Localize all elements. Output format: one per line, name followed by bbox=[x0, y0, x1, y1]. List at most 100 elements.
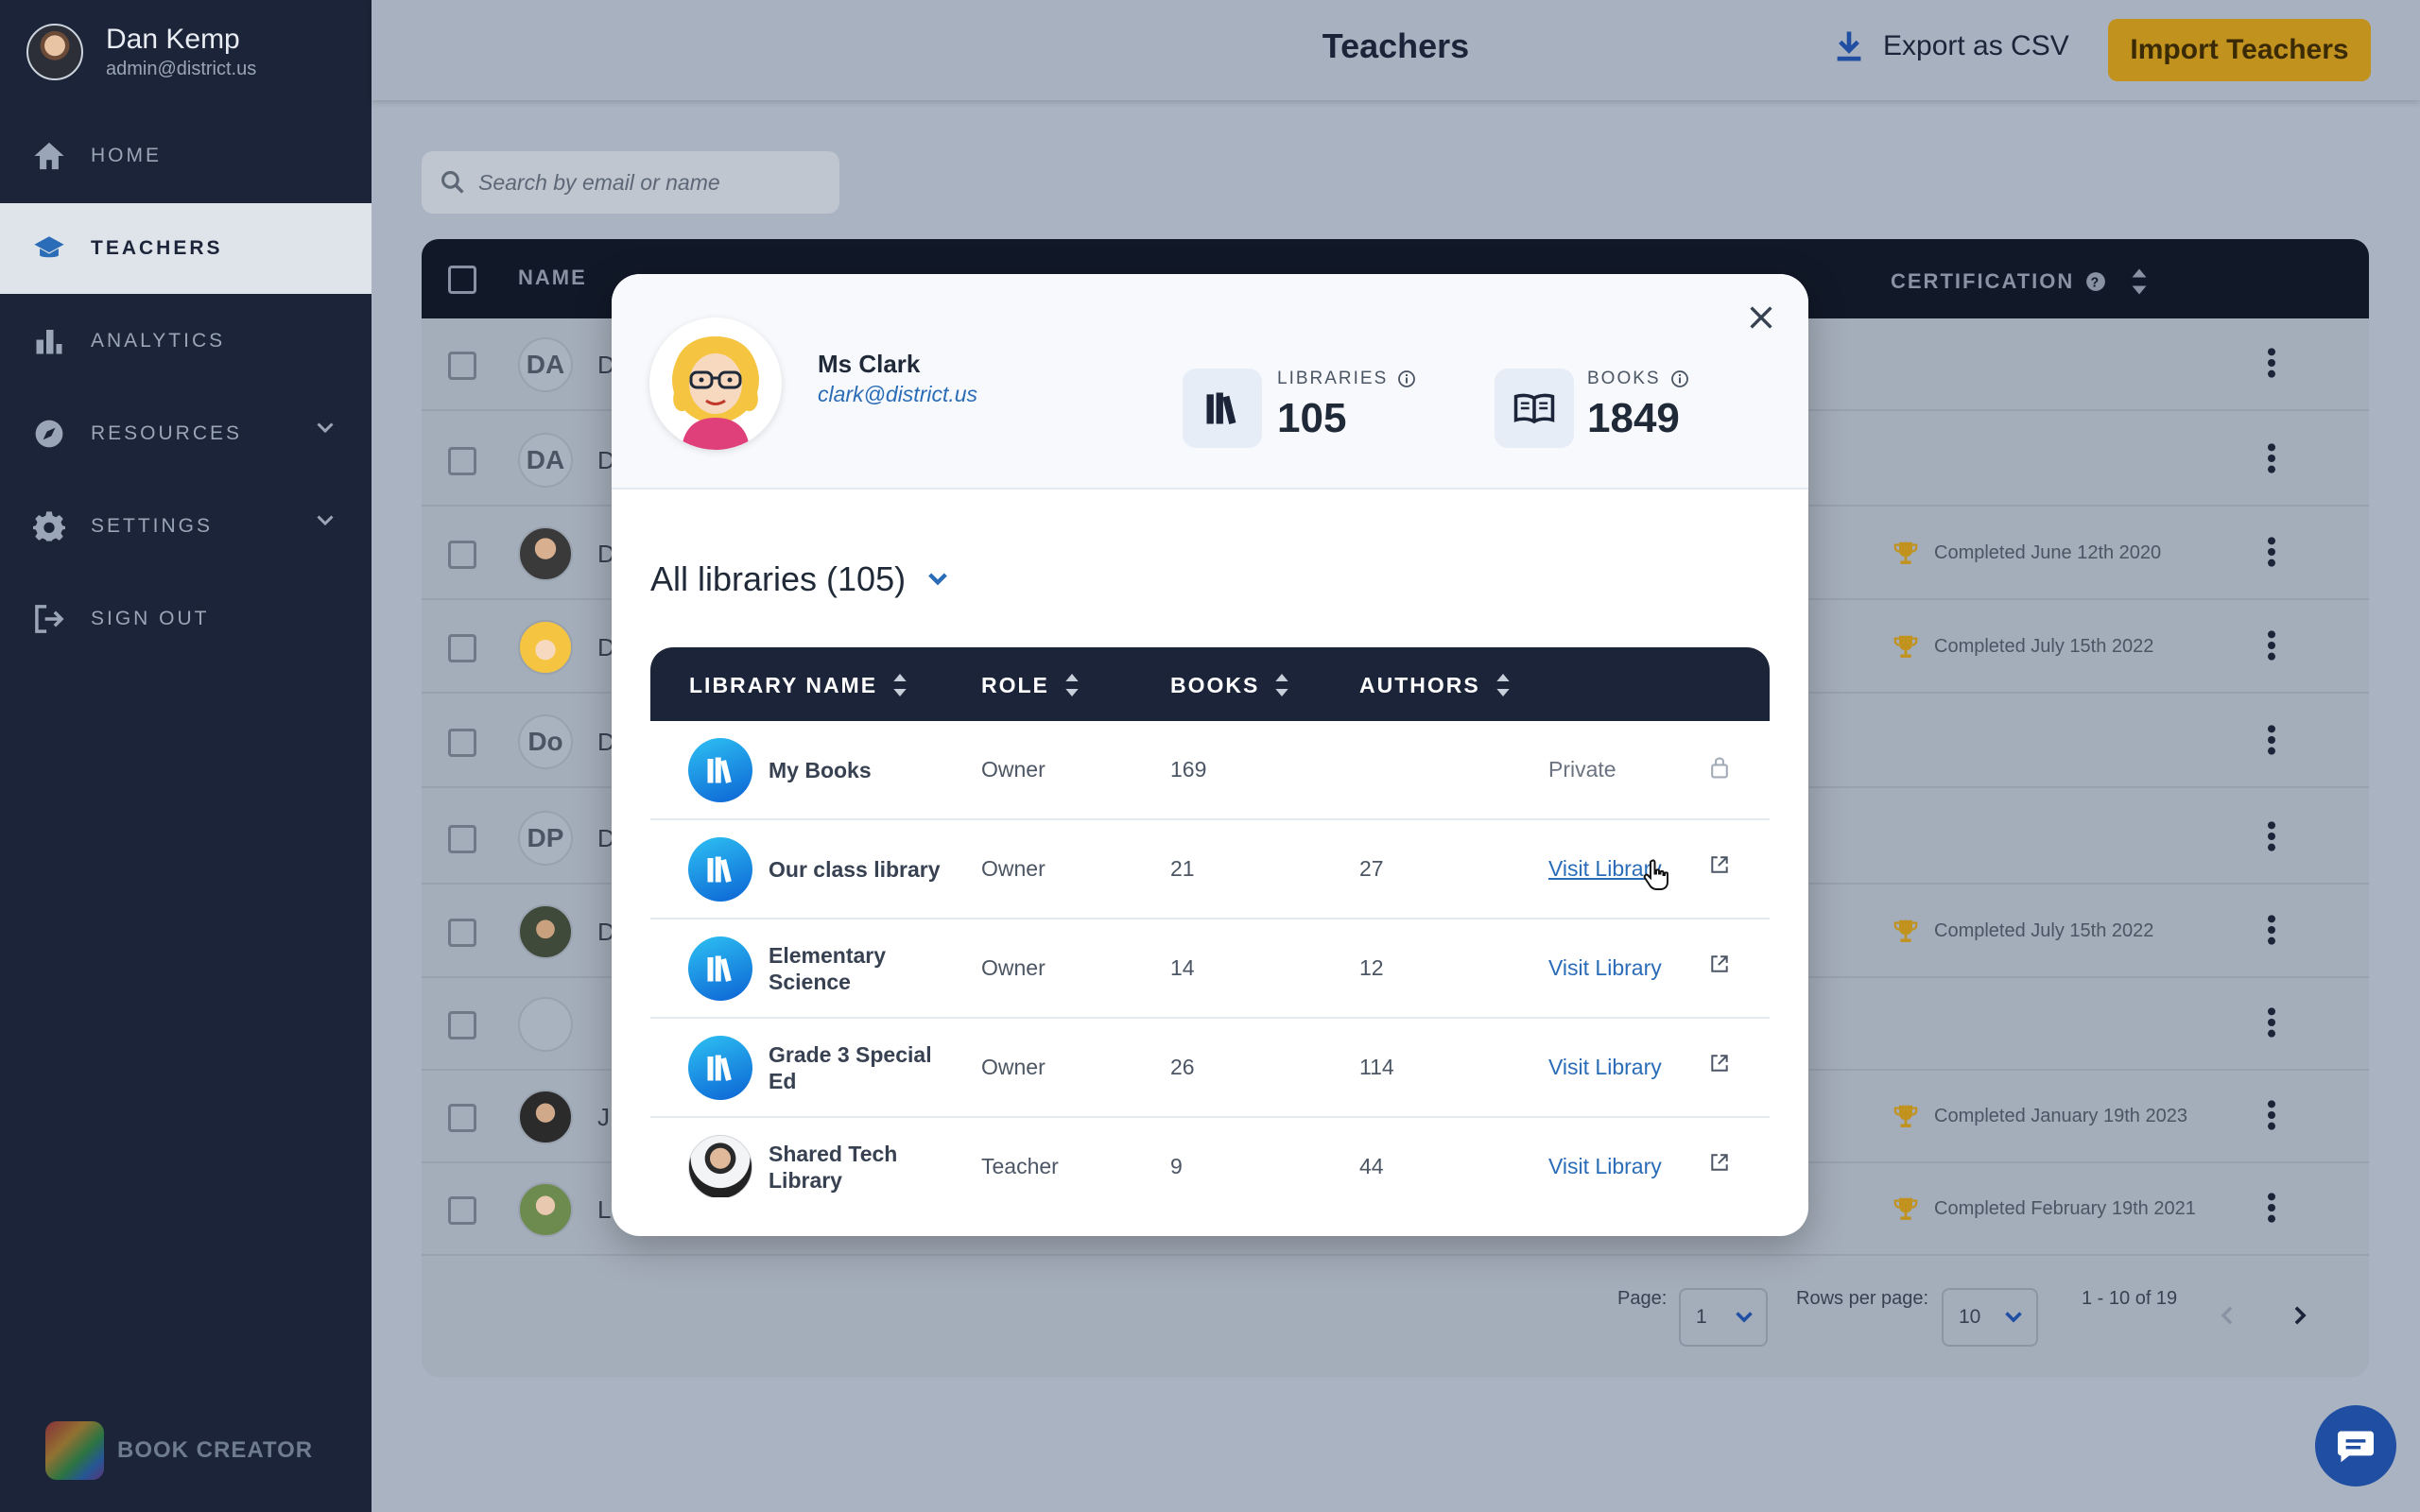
row-checkbox[interactable] bbox=[448, 729, 476, 757]
info-icon[interactable] bbox=[1397, 369, 1416, 388]
sidebar-item-analytics[interactable]: ANALYTICS bbox=[0, 296, 372, 387]
sidebar-item-settings[interactable]: SETTINGS bbox=[0, 481, 372, 572]
search-icon bbox=[441, 171, 464, 194]
column-name[interactable]: NAME bbox=[518, 266, 587, 290]
external-link-icon[interactable] bbox=[1709, 954, 1730, 979]
row-menu-button[interactable] bbox=[2267, 724, 2276, 761]
modal-header: Ms Clark clark@district.us LIBRARIES 105… bbox=[612, 274, 1808, 490]
trophy-icon bbox=[1893, 635, 1918, 658]
row-menu-button[interactable] bbox=[2267, 629, 2276, 666]
teacher-name-cell[interactable]: L bbox=[597, 1195, 611, 1225]
row-menu-button[interactable] bbox=[2267, 347, 2276, 384]
trophy-icon bbox=[1893, 1197, 1918, 1220]
visit-library-link[interactable]: Visit Library bbox=[1548, 955, 1662, 981]
library-authors-count: 12 bbox=[1359, 955, 1384, 980]
library-name: Grade 3 Special Ed bbox=[769, 1041, 932, 1093]
library-authors-count: 44 bbox=[1359, 1154, 1384, 1178]
rows-per-page-select[interactable]: 10 bbox=[1942, 1288, 2038, 1347]
help-icon[interactable]: ? bbox=[2085, 271, 2106, 292]
library-role: Owner bbox=[981, 955, 1046, 980]
library-row[interactable]: Shared Tech Library Teacher 9 44 Visit Libra… bbox=[650, 1118, 1770, 1197]
chevron-down-icon bbox=[317, 515, 334, 526]
row-checkbox[interactable] bbox=[448, 541, 476, 569]
row-checkbox[interactable] bbox=[448, 825, 476, 853]
libraries-label-text: LIBRARIES bbox=[1277, 369, 1389, 388]
search-placeholder: Search by email or name bbox=[478, 169, 720, 195]
library-owner-avatar bbox=[688, 1135, 752, 1197]
row-menu-button[interactable] bbox=[2267, 820, 2276, 857]
visit-library-link[interactable]: Visit Library bbox=[1548, 1055, 1662, 1080]
sidebar-item-teachers[interactable]: TEACHERS bbox=[0, 203, 372, 294]
row-checkbox[interactable] bbox=[448, 919, 476, 947]
teacher-name-cell[interactable]: J bbox=[597, 1103, 610, 1132]
avatar bbox=[518, 997, 573, 1052]
column-library-name[interactable]: LIBRARY NAME bbox=[689, 671, 908, 699]
user-email: admin@district.us bbox=[106, 59, 257, 79]
row-menu-button[interactable] bbox=[2267, 1006, 2276, 1043]
library-name: Shared Tech Library bbox=[769, 1141, 898, 1193]
page-select[interactable]: 1 bbox=[1679, 1288, 1768, 1347]
teacher-name: Ms Clark bbox=[818, 350, 921, 378]
next-page-icon[interactable] bbox=[2293, 1305, 2307, 1326]
libraries-table-header: LIBRARY NAME ROLE BOOKS AUTHORS bbox=[650, 647, 1770, 721]
external-link-icon[interactable] bbox=[1709, 1053, 1730, 1078]
search-input[interactable]: Search by email or name bbox=[422, 151, 839, 214]
previous-page-icon[interactable] bbox=[2221, 1305, 2234, 1326]
library-row[interactable]: Grade 3 Special Ed Owner 26 114 Visit Librar… bbox=[650, 1019, 1770, 1118]
avatar: DP bbox=[518, 811, 573, 866]
column-role[interactable]: ROLE bbox=[981, 671, 1080, 699]
trophy-icon bbox=[1893, 919, 1918, 942]
library-books-count: 26 bbox=[1170, 1055, 1195, 1079]
home-icon bbox=[32, 139, 66, 173]
teacher-email[interactable]: clark@district.us bbox=[818, 382, 977, 407]
column-authors[interactable]: AUTHORS bbox=[1359, 671, 1511, 699]
sidebar-item-home[interactable]: HOME bbox=[0, 111, 372, 201]
column-books[interactable]: BOOKS bbox=[1170, 671, 1289, 699]
library-books-icon bbox=[688, 738, 752, 802]
column-certification[interactable]: CERTIFICATION ? bbox=[1891, 266, 2148, 298]
sort-icon bbox=[893, 674, 907, 696]
info-icon[interactable] bbox=[1670, 369, 1689, 388]
row-checkbox[interactable] bbox=[448, 447, 476, 475]
visit-library-link[interactable]: Visit Library bbox=[1548, 1154, 1662, 1179]
library-books-icon bbox=[688, 837, 752, 902]
user-profile[interactable]: Dan Kemp admin@district.us bbox=[26, 23, 256, 81]
external-link-icon[interactable] bbox=[1709, 854, 1730, 880]
sidebar-item-label: RESOURCES bbox=[91, 422, 243, 444]
row-menu-button[interactable] bbox=[2267, 1099, 2276, 1136]
download-icon bbox=[1837, 31, 1861, 61]
row-menu-button[interactable] bbox=[2267, 442, 2276, 479]
chat-button[interactable] bbox=[2315, 1405, 2396, 1486]
sidebar-item-resources[interactable]: RESOURCES bbox=[0, 388, 372, 479]
more-vertical-icon bbox=[2268, 1193, 2275, 1223]
avatar bbox=[518, 1090, 573, 1144]
library-row[interactable]: Our class library Owner 21 27 Visit Library bbox=[650, 820, 1770, 919]
external-link-icon[interactable] bbox=[1709, 1152, 1730, 1177]
row-menu-button[interactable] bbox=[2267, 914, 2276, 951]
certification-cell: Completed January 19th 2023 bbox=[1893, 1103, 2187, 1129]
row-checkbox[interactable] bbox=[448, 352, 476, 380]
row-checkbox[interactable] bbox=[448, 1196, 476, 1225]
row-checkbox[interactable] bbox=[448, 1104, 476, 1132]
sidebar-item-sign-out[interactable]: SIGN OUT bbox=[0, 574, 372, 664]
certification-text: Completed July 15th 2022 bbox=[1934, 919, 2154, 941]
row-menu-button[interactable] bbox=[2267, 536, 2276, 573]
close-button[interactable] bbox=[1742, 299, 1780, 336]
row-checkbox[interactable] bbox=[448, 634, 476, 662]
library-row[interactable]: Elementary Science Owner 14 12 Visit Library bbox=[650, 919, 1770, 1019]
library-row[interactable]: My Books Owner 169 Private bbox=[650, 721, 1770, 820]
library-role: Teacher bbox=[981, 1154, 1059, 1178]
private-label: Private bbox=[1548, 757, 1616, 782]
library-role: Owner bbox=[981, 856, 1046, 881]
row-checkbox[interactable] bbox=[448, 1011, 476, 1040]
library-books-count: 9 bbox=[1170, 1154, 1183, 1178]
row-menu-button[interactable] bbox=[2267, 1192, 2276, 1228]
import-teachers-button[interactable]: Import Teachers bbox=[2108, 19, 2371, 81]
page-range: 1 - 10 of 19 bbox=[2082, 1288, 2178, 1309]
hand-pointer-icon bbox=[1642, 858, 1670, 897]
select-all-checkbox[interactable] bbox=[448, 266, 476, 294]
rows-per-page-value: 10 bbox=[1959, 1306, 1981, 1328]
certification-text: Completed June 12th 2020 bbox=[1934, 541, 2162, 563]
libraries-filter-dropdown[interactable]: All libraries (105) bbox=[650, 559, 947, 599]
export-csv-button[interactable]: Export as CSV bbox=[1834, 30, 2069, 62]
